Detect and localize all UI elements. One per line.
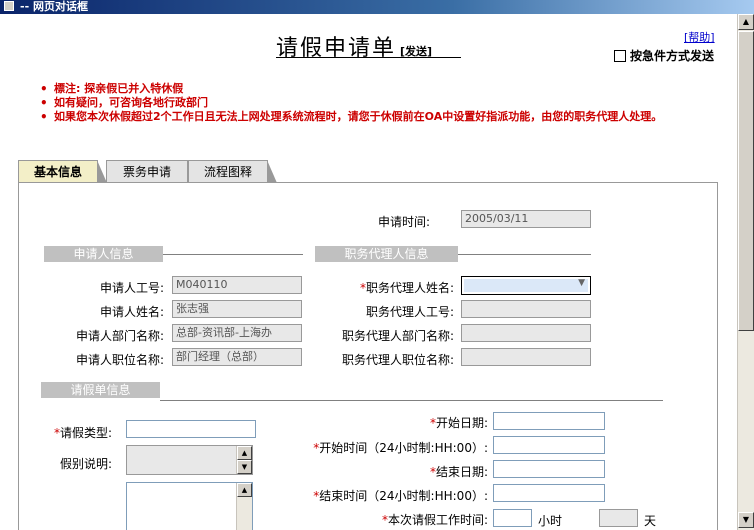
textarea-scrollbar[interactable]: ▲: [236, 483, 252, 530]
leave-type-select[interactable]: [126, 420, 256, 438]
position-field: 部门经理（总部）: [172, 348, 302, 366]
dept-label: 申请人部门名称:: [75, 329, 164, 343]
end-date-label: *结束日期:: [429, 465, 488, 479]
end-time-input[interactable]: [493, 484, 605, 502]
position-label: 申请人职位名称:: [75, 353, 164, 367]
notice-item: 如果您本次休假超过2个工作日且无法上网处理系统流程时，请您于休假前在OA中设置好…: [40, 110, 720, 124]
leave-desc-label: 假别说明:: [59, 457, 112, 471]
help-link[interactable]: [帮助]: [684, 29, 715, 45]
window-title-bar: -- 网页对话框: [0, 0, 754, 14]
work-hours-input[interactable]: [493, 509, 532, 527]
apply-time-label: 申请时间:: [377, 215, 430, 229]
window-icon: [4, 1, 14, 11]
tab-flow-chart[interactable]: 流程图释: [188, 160, 277, 183]
name-label: 申请人姓名:: [99, 305, 164, 319]
agent-name-select[interactable]: ▼: [461, 276, 591, 295]
notice-item: 如有疑问，可咨询各地行政部门: [40, 96, 720, 110]
leave-section-header: 请假单信息: [41, 382, 160, 398]
agent-dept-label: 职务代理人部门名称:: [341, 329, 454, 343]
work-days-field: [599, 509, 638, 527]
agent-position-label: 职务代理人职位名称:: [341, 353, 454, 367]
start-time-input[interactable]: [493, 436, 605, 454]
agent-no-field: [461, 300, 591, 318]
leave-type-label: *请假类型:: [53, 426, 112, 440]
agent-name-label: *职务代理人姓名:: [359, 281, 454, 295]
tab-flow-chart-label: 流程图释: [203, 165, 252, 179]
page-title: 请假申请单 [发送]: [276, 30, 461, 61]
leave-desc-textarea: ▲ ▼: [126, 445, 253, 475]
end-time-label: *结束时间（24小时制:HH:00）:: [313, 489, 488, 503]
agent-section-header: 职务代理人信息: [315, 246, 458, 262]
tab-basic-info[interactable]: 基本信息: [18, 160, 107, 183]
send-link[interactable]: [发送]: [400, 45, 432, 58]
agent-no-label: 职务代理人工号:: [365, 305, 454, 319]
notice-item: 標注: 探亲假已并入特休假: [40, 82, 720, 96]
notice-list: 標注: 探亲假已并入特休假 如有疑问，可咨询各地行政部门 如果您本次休假超过2个…: [40, 82, 720, 124]
scroll-up-icon[interactable]: ▲: [237, 446, 252, 460]
section-divider: [458, 254, 591, 255]
form-title-text: 请假申请单: [276, 36, 397, 61]
applicant-section-header: 申请人信息: [44, 246, 163, 262]
tab-ticket-request[interactable]: 票务申请: [106, 160, 197, 183]
end-date-input[interactable]: [493, 460, 605, 478]
window-title: -- 网页对话框: [20, 0, 88, 13]
name-field: 张志强: [172, 300, 302, 318]
work-time-label: *本次请假工作时间:: [381, 513, 488, 527]
start-time-label: *开始时间（24小时制:HH:00）:: [313, 441, 488, 455]
agent-dept-field: [461, 324, 591, 342]
dept-field: 总部-资讯部-上海办: [172, 324, 302, 342]
section-divider: [160, 400, 663, 401]
scroll-down-icon[interactable]: ▼: [237, 460, 252, 474]
scroll-down-icon[interactable]: ▼: [738, 512, 754, 528]
scroll-up-icon[interactable]: ▲: [237, 483, 252, 497]
scroll-up-icon[interactable]: ▲: [738, 14, 754, 30]
tab-ticket-request-label: 票务申请: [122, 165, 171, 179]
page-scrollbar[interactable]: ▲ ▼: [737, 14, 754, 530]
urgent-checkbox[interactable]: [614, 49, 626, 62]
scrollbar-thumb[interactable]: [738, 31, 754, 331]
emp-no-label: 申请人工号:: [99, 281, 164, 295]
section-divider: [163, 254, 303, 255]
hours-unit-label: 小时: [538, 514, 563, 528]
apply-time-field: 2005/03/11: [461, 210, 591, 228]
chevron-down-icon: ▼: [578, 278, 585, 288]
reason-textarea[interactable]: ▲: [126, 482, 253, 530]
start-date-input[interactable]: [493, 412, 605, 430]
urgent-label: 按急件方式发送: [630, 49, 715, 63]
textarea-scrollbar[interactable]: ▲ ▼: [236, 446, 252, 474]
urgent-send-option[interactable]: 按急件方式发送: [614, 47, 714, 64]
emp-no-field: M040110: [172, 276, 302, 294]
days-unit-label: 天: [644, 514, 657, 528]
agent-position-field: [461, 348, 591, 366]
start-date-label: *开始日期:: [429, 416, 488, 430]
tab-basic-info-label: 基本信息: [33, 165, 82, 179]
